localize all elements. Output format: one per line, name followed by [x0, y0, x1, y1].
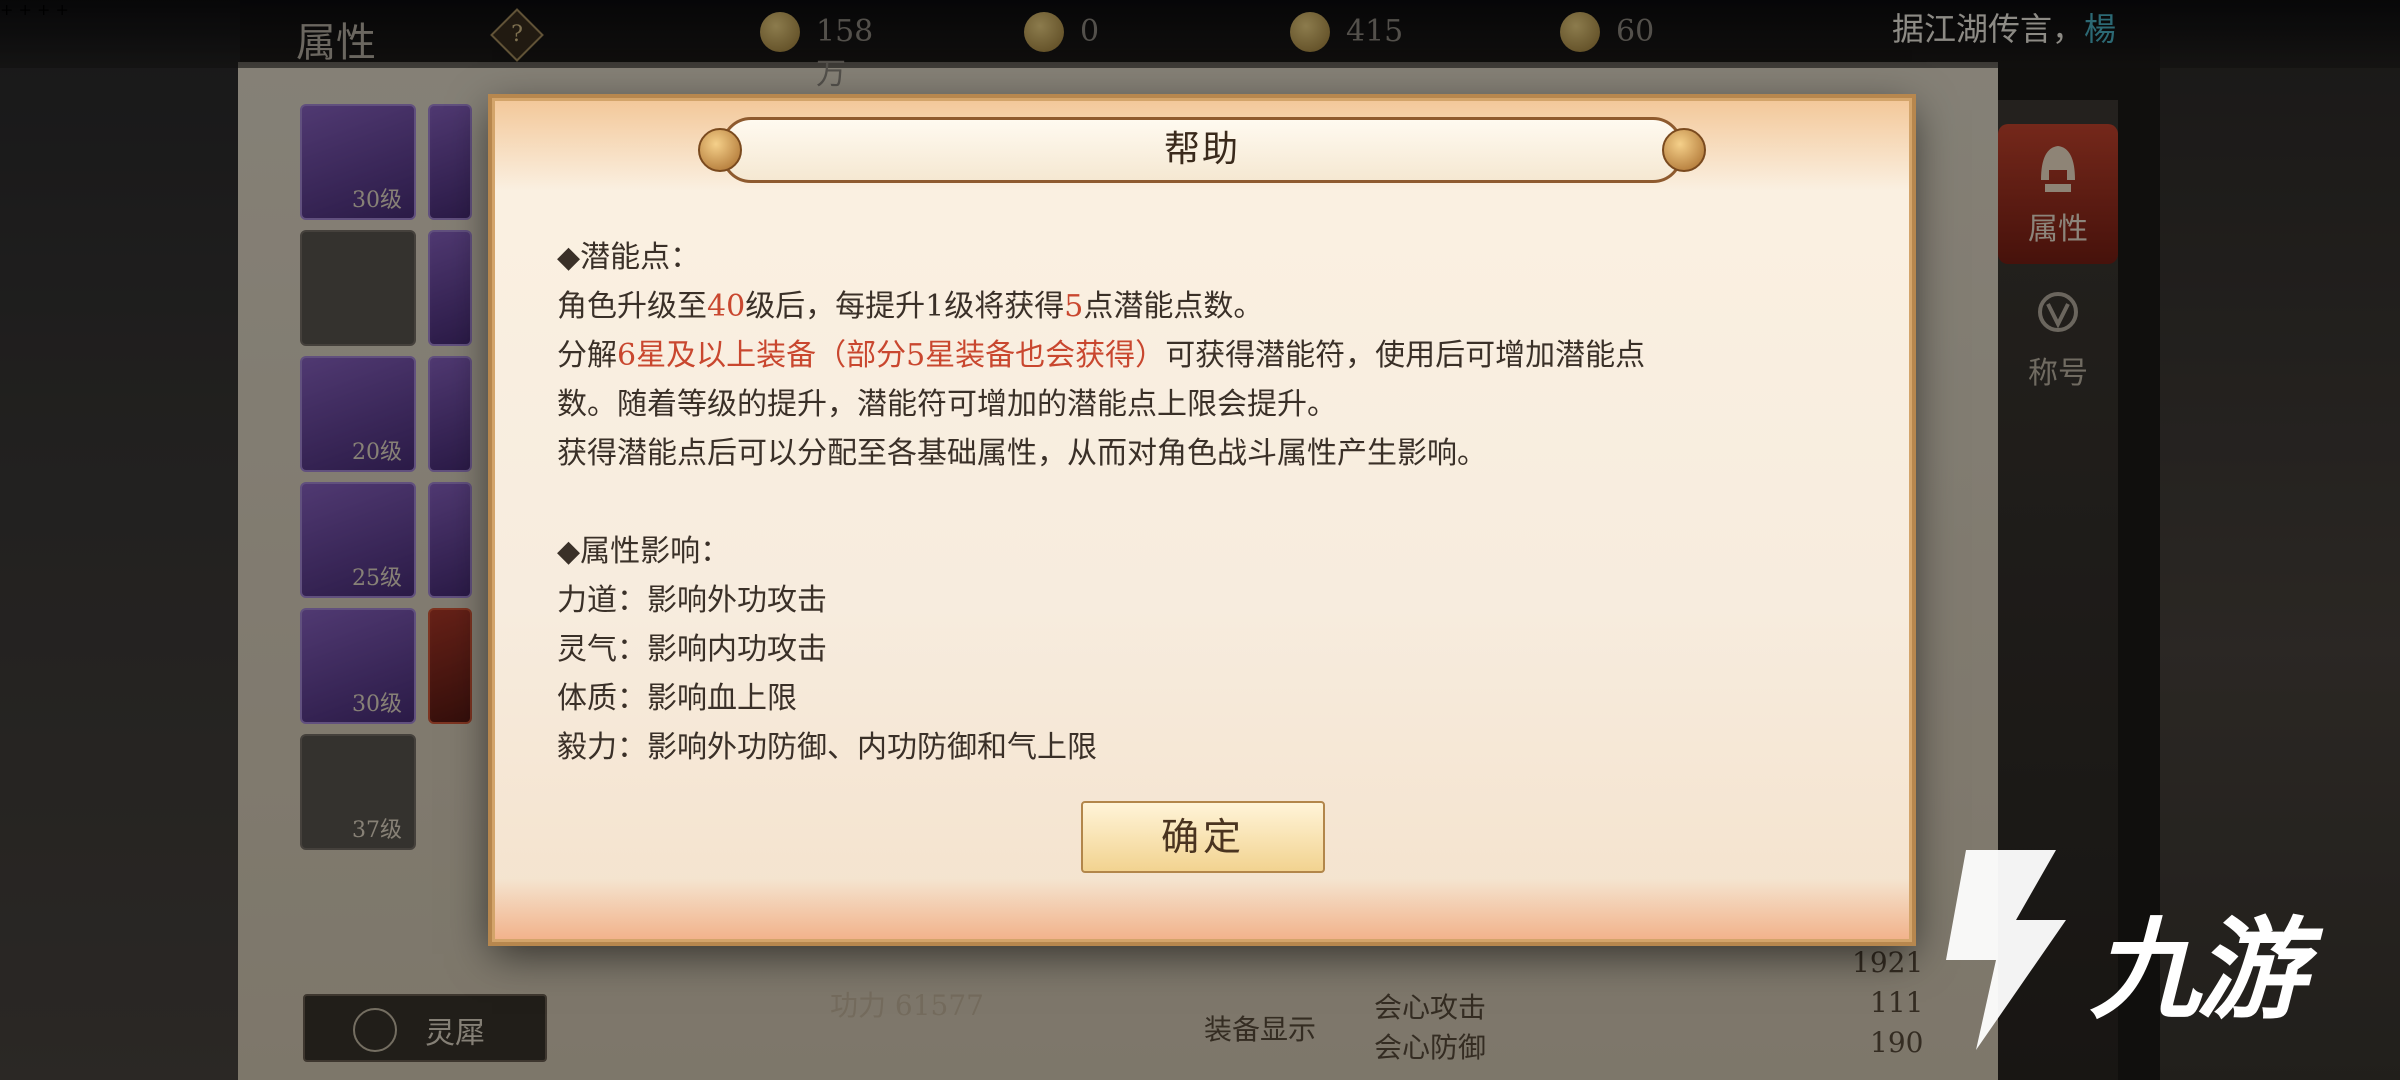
watermark-text: 九游 [2090, 906, 2306, 1034]
help-text: 级后，每提升1级将获得 [745, 289, 1065, 324]
cloud-ornament-icon [698, 128, 742, 172]
dialog-bottom-decoration [495, 879, 1909, 939]
attr-line-constitution: 体质：影响血上限 [557, 681, 797, 716]
help-text: 角色升级至 [557, 289, 707, 324]
help-text: 分解 [557, 338, 617, 373]
section-header-attributes: ◆属性影响： [557, 534, 731, 569]
dialog-title: 帮助 [1163, 129, 1240, 170]
confirm-button[interactable]: 确定 [1081, 801, 1325, 873]
highlight-text: 6星及以上装备（部分5星装备也会获得） [617, 338, 1166, 373]
help-content: ◆潜能点： 角色升级至40级后，每提升1级将获得5点潜能点数。 分解6星及以上装… [557, 233, 1857, 772]
attr-line-spirit: 灵气：影响内功攻击 [557, 632, 827, 667]
attr-line-perseverance: 毅力：影响外功防御、内功防御和气上限 [557, 730, 1097, 765]
cloud-ornament-icon [1662, 128, 1706, 172]
highlight-text: 40 [707, 289, 746, 324]
help-dialog: 帮助 ◆潜能点： 角色升级至40级后，每提升1级将获得5点潜能点数。 分解6星及… [492, 98, 1912, 942]
help-text: 可获得潜能符，使用后可增加潜能点 [1165, 338, 1646, 373]
attr-line-strength: 力道：影响外功攻击 [557, 583, 827, 618]
help-line: 数。随着等级的提升，潜能符可增加的潜能点上限会提升。 [557, 387, 1337, 422]
dialog-title-plate: 帮助 [698, 117, 1706, 183]
help-line: 获得潜能点后可以分配至各基础属性，从而对角色战斗属性产生影响。 [557, 436, 1487, 471]
help-text: 点潜能点数。 [1083, 289, 1264, 324]
highlight-text: 5 [1064, 289, 1084, 324]
help-line: 分解6星及以上装备（部分5星装备也会获得）可获得潜能符，使用后可增加潜能点 [557, 331, 1857, 380]
section-header-potential: ◆潜能点： [557, 240, 701, 275]
help-line: 角色升级至40级后，每提升1级将获得5点潜能点数。 [557, 282, 1857, 331]
